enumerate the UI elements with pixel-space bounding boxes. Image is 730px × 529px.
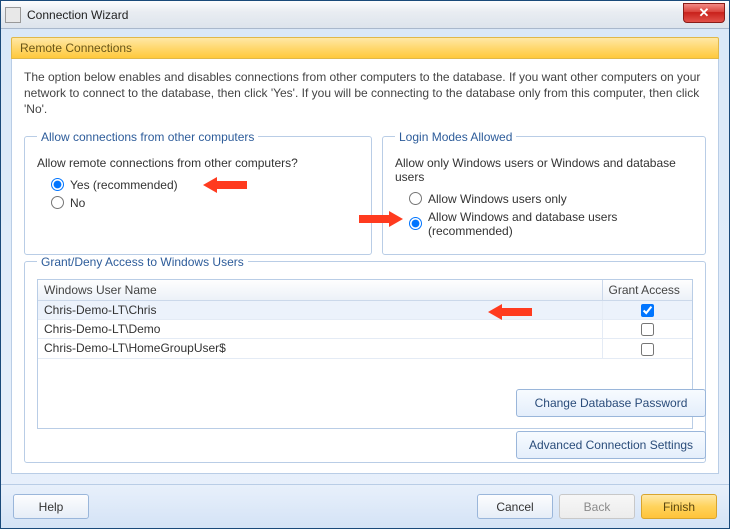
radio-yes-input[interactable]	[51, 178, 64, 191]
titlebar: Connection Wizard ✕	[1, 1, 729, 29]
allow-connections-legend: Allow connections from other computers	[37, 130, 258, 144]
intro-text: The option below enables and disables co…	[24, 69, 706, 118]
login-modes-group: Login Modes Allowed Allow only Windows u…	[382, 130, 706, 255]
login-question: Allow only Windows users or Windows and …	[395, 156, 693, 184]
main-card: The option below enables and disables co…	[11, 59, 719, 474]
app-icon	[5, 7, 21, 23]
change-password-button[interactable]: Change Database Password	[516, 389, 706, 417]
radio-windows-only-input[interactable]	[409, 192, 422, 205]
login-modes-legend: Login Modes Allowed	[395, 130, 516, 144]
allow-connections-group: Allow connections from other computers A…	[24, 130, 372, 255]
grant-cell	[602, 300, 692, 319]
users-table: Windows User Name Grant Access Chris-Dem…	[38, 280, 692, 359]
table-row[interactable]: Chris-Demo-LT\Demo	[38, 319, 692, 338]
section-header: Remote Connections	[11, 37, 719, 59]
user-cell: Chris-Demo-LT\HomeGroupUser$	[38, 339, 602, 358]
close-button[interactable]: ✕	[683, 3, 725, 23]
wizard-body: Remote Connections The option below enab…	[1, 29, 729, 484]
radio-windows-only[interactable]: Allow Windows users only	[409, 192, 693, 206]
grant-access-legend: Grant/Deny Access to Windows Users	[37, 255, 248, 269]
allow-question: Allow remote connections from other comp…	[37, 156, 359, 170]
window-title: Connection Wizard	[27, 8, 128, 22]
top-groups-row: Allow connections from other computers A…	[24, 130, 706, 255]
arrow-icon	[203, 175, 247, 195]
grant-cell	[602, 339, 692, 358]
help-button[interactable]: Help	[13, 494, 89, 519]
col-user-header[interactable]: Windows User Name	[38, 280, 602, 301]
grant-cell	[602, 319, 692, 338]
radio-windows-and-db-input[interactable]	[409, 217, 422, 230]
radio-yes[interactable]: Yes (recommended)	[51, 178, 359, 192]
radio-yes-label: Yes (recommended)	[70, 178, 178, 192]
cancel-button[interactable]: Cancel	[477, 494, 553, 519]
connection-wizard-window: Connection Wizard ✕ Remote Connections T…	[0, 0, 730, 529]
finish-button[interactable]: Finish	[641, 494, 717, 519]
grant-checkbox[interactable]	[641, 304, 654, 317]
radio-windows-only-label: Allow Windows users only	[428, 192, 567, 206]
radio-no-label: No	[70, 196, 85, 210]
table-row[interactable]: Chris-Demo-LT\HomeGroupUser$	[38, 339, 692, 358]
radio-no-input[interactable]	[51, 196, 64, 209]
wizard-footer: Help Cancel Back Finish	[1, 484, 729, 528]
radio-no[interactable]: No	[51, 196, 359, 210]
user-cell: Chris-Demo-LT\Demo	[38, 319, 602, 338]
radio-windows-and-db[interactable]: Allow Windows and database users (recomm…	[409, 210, 693, 238]
table-row[interactable]: Chris-Demo-LT\Chris	[38, 300, 692, 319]
right-buttons: Change Database Password Advanced Connec…	[516, 389, 706, 459]
col-grant-header[interactable]: Grant Access	[602, 280, 692, 301]
advanced-settings-button[interactable]: Advanced Connection Settings	[516, 431, 706, 459]
grant-checkbox[interactable]	[641, 323, 654, 336]
back-button[interactable]: Back	[559, 494, 635, 519]
radio-windows-and-db-label: Allow Windows and database users (recomm…	[428, 210, 693, 238]
user-cell: Chris-Demo-LT\Chris	[38, 300, 602, 319]
grant-checkbox[interactable]	[641, 343, 654, 356]
